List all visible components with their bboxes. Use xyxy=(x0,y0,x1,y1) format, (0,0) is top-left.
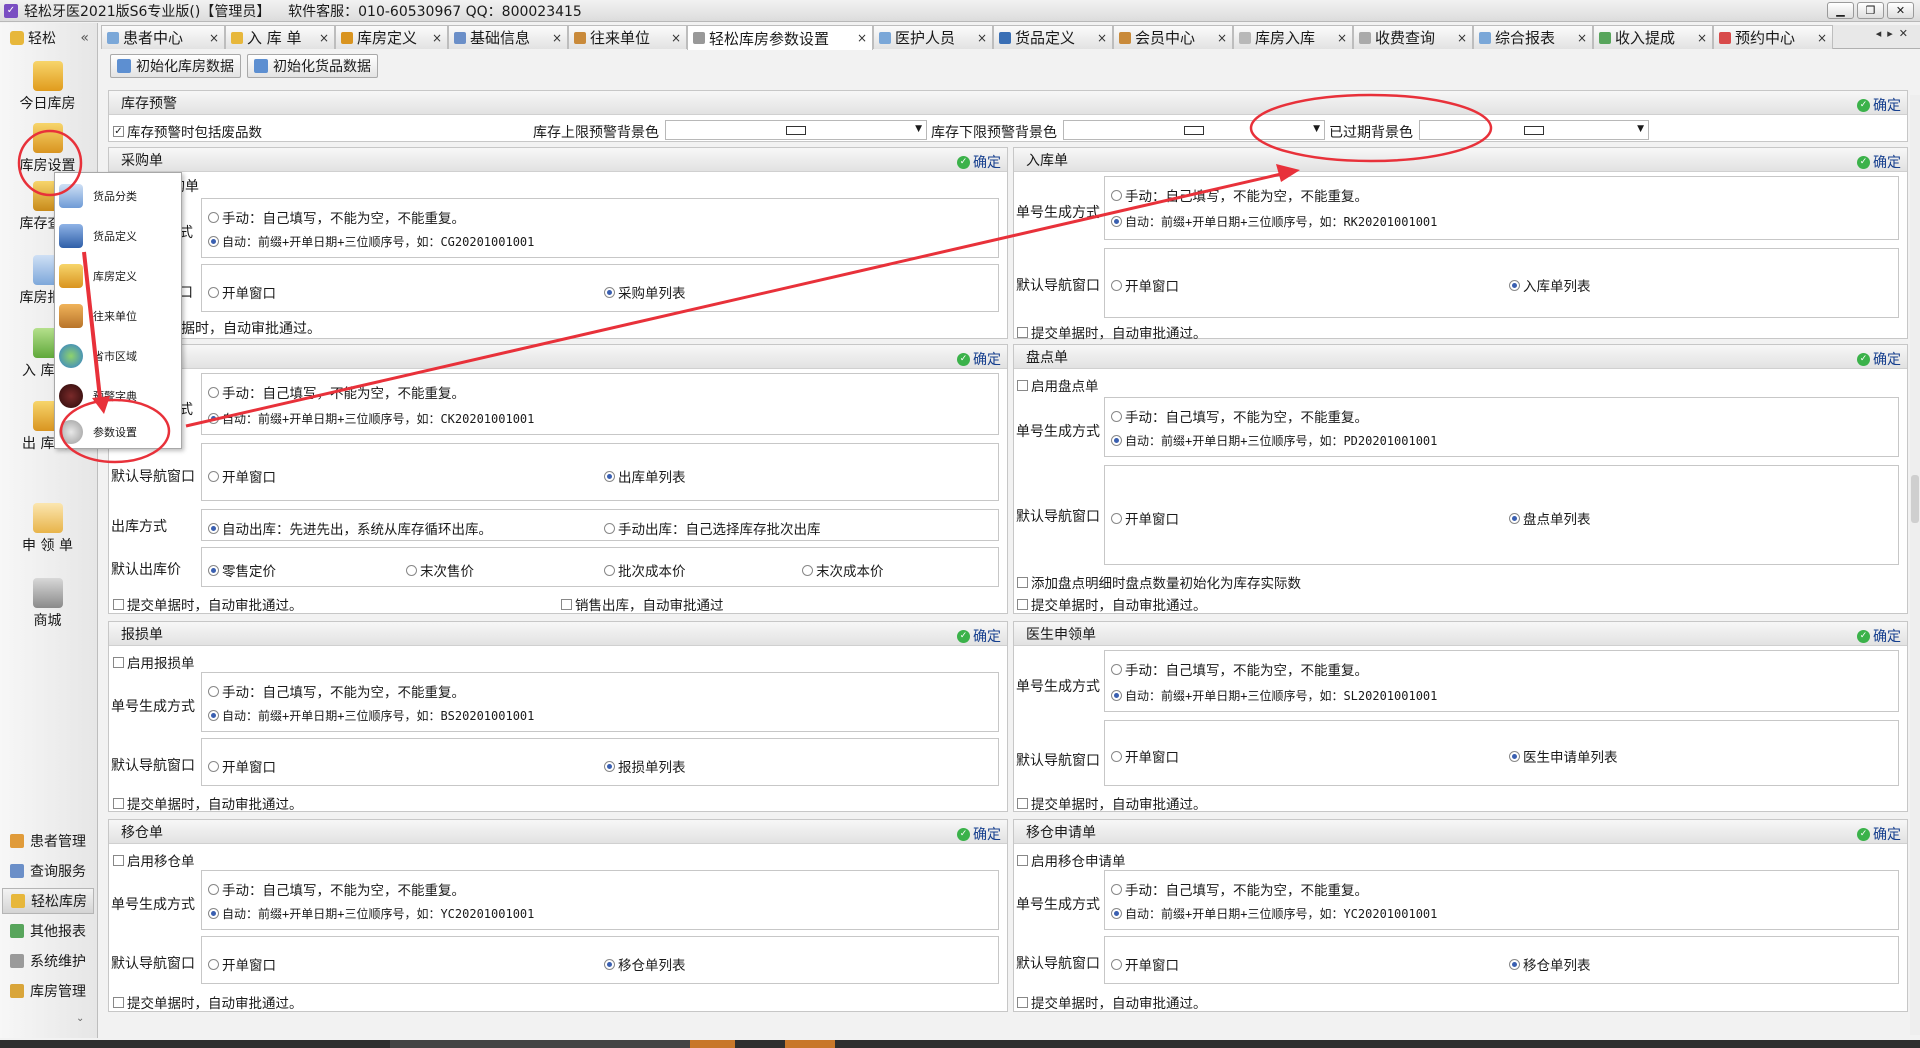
annotation-arrow-down xyxy=(82,251,102,399)
taskbar-item[interactable] xyxy=(785,1040,835,1048)
annotation-circle-settings xyxy=(17,129,83,197)
annotation-circle-params xyxy=(59,398,171,464)
taskbar-item[interactable] xyxy=(690,1040,735,1048)
annotation-circle-expired xyxy=(1249,93,1493,163)
annotation-arrowhead-down xyxy=(92,396,110,414)
taskbar-item[interactable] xyxy=(390,1040,690,1048)
annotation-arrowhead-right xyxy=(1276,164,1300,182)
annotation-overlay xyxy=(17,93,1493,464)
taskbar xyxy=(0,1040,1920,1048)
annotation-arrow-right xyxy=(185,170,1291,428)
